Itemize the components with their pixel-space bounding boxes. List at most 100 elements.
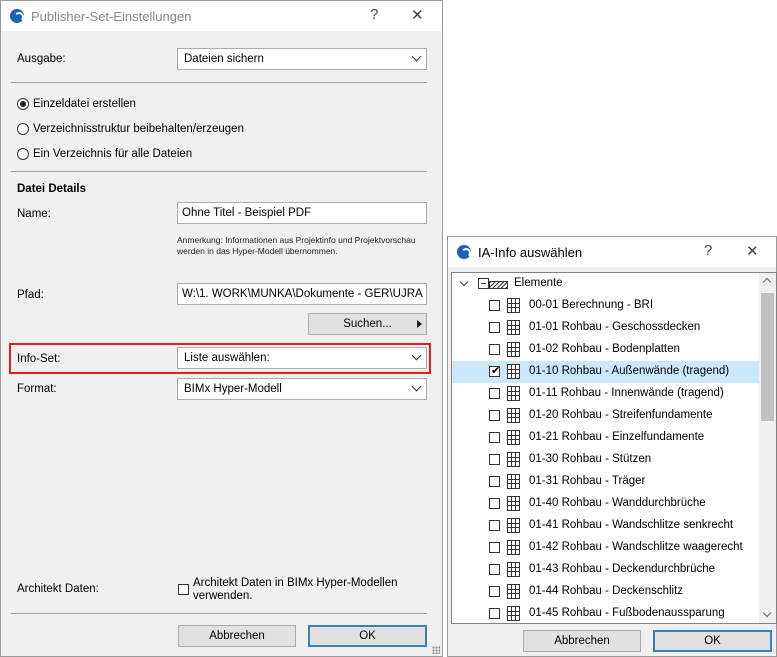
resize-grip-icon[interactable] — [432, 646, 440, 654]
radio-ein-verzeichnis[interactable] — [17, 148, 29, 160]
format-value: BIMx Hyper-Modell — [184, 383, 282, 395]
dialog-title: Publisher-Set-Einstellungen — [31, 9, 192, 24]
suchen-label: Suchen... — [343, 318, 392, 330]
item-checkbox[interactable]: ✔ — [489, 366, 500, 377]
format-label: Format: — [17, 383, 57, 395]
ia-info-tree[interactable]: Elemente 00-01 Berechnung - BRI 01-01 Roh… — [451, 272, 777, 624]
list-item[interactable]: 01-31 Rohbau - Träger — [452, 471, 764, 493]
ausgabe-dropdown[interactable]: Dateien sichern — [177, 48, 427, 70]
list-item-label: 01-02 Rohbau - Bodenplatten — [529, 343, 680, 355]
list-item-label: 01-11 Rohbau - Innenwände (tragend) — [529, 387, 724, 399]
list-item-label: 01-40 Rohbau - Wanddurchbrüche — [529, 497, 706, 509]
root-label: Elemente — [514, 277, 563, 289]
scroll-down-icon[interactable] — [762, 608, 772, 618]
list-item[interactable]: 01-41 Rohbau - Wandschlitze senkrecht — [452, 515, 764, 537]
title-bar: Publisher-Set-Einstellungen ? ✕ — [1, 1, 442, 31]
list-item-label: 01-41 Rohbau - Wandschlitze senkrecht — [529, 519, 734, 531]
vertical-scrollbar[interactable] — [759, 273, 776, 623]
app-logo-icon — [10, 9, 24, 23]
architekt-checkbox[interactable] — [178, 584, 189, 595]
chevron-down-icon — [411, 51, 422, 62]
architekt-check-label-1: Architekt Daten in BIMx Hyper-Modellen — [193, 577, 398, 589]
pfad-field[interactable]: W:\1. WORK\MUNKA\Dokumente - GER\UJRA — [177, 283, 427, 305]
list-item[interactable]: 01-44 Rohbau - Deckenschlitz — [452, 581, 764, 603]
scrollbar-thumb[interactable] — [761, 293, 774, 421]
chevron-down-icon — [411, 381, 422, 392]
divider — [11, 171, 427, 172]
ok-button[interactable]: OK — [308, 625, 427, 647]
list-item[interactable]: 01-45 Rohbau - Fußbodenaussparung — [452, 603, 764, 623]
item-checkbox[interactable] — [489, 542, 500, 553]
format-dropdown[interactable]: BIMx Hyper-Modell — [177, 378, 427, 400]
radio-verzeichnisstruktur[interactable] — [17, 123, 29, 135]
item-checkbox[interactable] — [489, 344, 500, 355]
list-item-label: 01-44 Rohbau - Deckenschlitz — [529, 585, 684, 597]
divider — [11, 82, 427, 83]
table-icon — [507, 452, 520, 467]
list-item-label: 01-10 Rohbau - Außenwände (tragend) — [529, 365, 730, 377]
chevron-down-icon[interactable] — [459, 277, 469, 287]
app-logo-icon — [457, 245, 471, 259]
note-line-2: werden in das Hyper-Modell übernommen. — [177, 246, 338, 256]
list-item-label: 01-30 Rohbau - Stützen — [529, 453, 652, 465]
item-checkbox[interactable] — [489, 300, 500, 311]
list-item-label: 01-21 Rohbau - Einzelfundamente — [529, 431, 705, 443]
architekt-check-label-2: verwenden. — [193, 590, 253, 602]
item-checkbox[interactable] — [489, 498, 500, 509]
table-icon — [507, 606, 520, 621]
infoset-dropdown[interactable]: Liste auswählen: — [177, 347, 427, 369]
item-checkbox[interactable] — [489, 564, 500, 575]
help-button[interactable]: ? — [704, 242, 712, 259]
cancel-button[interactable]: Abbrechen — [523, 630, 641, 652]
item-checkbox[interactable] — [489, 520, 500, 531]
cancel-button[interactable]: Abbrechen — [178, 625, 296, 647]
list-item-label: 01-01 Rohbau - Geschossdecken — [529, 321, 701, 333]
list-item[interactable]: 01-42 Rohbau - Wandschlitze waagerecht — [452, 537, 764, 559]
table-icon — [507, 562, 520, 577]
item-checkbox[interactable] — [489, 476, 500, 487]
table-icon — [507, 430, 520, 445]
list-item-label: 01-20 Rohbau - Streifenfundamente — [529, 409, 713, 421]
pfad-label: Pfad: — [17, 289, 44, 301]
help-button[interactable]: ? — [370, 6, 378, 23]
item-checkbox[interactable] — [489, 388, 500, 399]
radio-label-ein-verzeichnis: Ein Verzeichnis für alle Dateien — [33, 148, 193, 160]
tree-root-row[interactable]: Elemente — [452, 273, 764, 295]
item-checkbox[interactable] — [489, 608, 500, 619]
radio-label-einzeldatei: Einzeldatei erstellen — [33, 98, 136, 110]
item-checkbox[interactable] — [489, 454, 500, 465]
close-button[interactable]: ✕ — [746, 242, 759, 260]
list-item-label: 01-45 Rohbau - Fußbodenaussparung — [529, 607, 725, 619]
list-item-label: 00-01 Berechnung - BRI — [529, 299, 654, 311]
checkmark-icon: ✔ — [491, 365, 501, 377]
item-checkbox[interactable] — [489, 586, 500, 597]
list-item[interactable]: 01-02 Rohbau - Bodenplatten — [452, 339, 764, 361]
suchen-button[interactable]: Suchen... — [308, 313, 427, 335]
list-item[interactable]: ✔ 01-10 Rohbau - Außenwände (tragend) — [452, 361, 764, 383]
list-item[interactable]: 01-20 Rohbau - Streifenfundamente — [452, 405, 764, 427]
list-item[interactable]: 00-01 Berechnung - BRI — [452, 295, 764, 317]
list-item[interactable]: 01-11 Rohbau - Innenwände (tragend) — [452, 383, 764, 405]
scroll-up-icon[interactable] — [762, 277, 772, 287]
list-item[interactable]: 01-43 Rohbau - Deckendurchbrüche — [452, 559, 764, 581]
list-item[interactable]: 01-21 Rohbau - Einzelfundamente — [452, 427, 764, 449]
radio-einzeldatei[interactable] — [17, 98, 29, 110]
close-button[interactable]: ✕ — [411, 6, 424, 24]
list-item[interactable]: 01-40 Rohbau - Wanddurchbrüche — [452, 493, 764, 515]
dialog-title: IA-Info auswählen — [478, 245, 583, 260]
list-item[interactable]: 01-01 Rohbau - Geschossdecken — [452, 317, 764, 339]
ausgabe-label: Ausgabe: — [17, 53, 66, 65]
item-checkbox[interactable] — [489, 432, 500, 443]
item-checkbox[interactable] — [489, 410, 500, 421]
name-field[interactable]: Ohne Titel - Beispiel PDF — [177, 202, 427, 224]
list-item-label: 01-31 Rohbau - Träger — [529, 475, 646, 487]
item-checkbox[interactable] — [489, 322, 500, 333]
chevron-down-icon — [411, 350, 422, 361]
ok-button[interactable]: OK — [653, 630, 772, 652]
list-item-label: 01-42 Rohbau - Wandschlitze waagerecht — [529, 541, 743, 553]
root-checkbox[interactable] — [478, 278, 489, 289]
table-icon — [507, 298, 520, 313]
list-item[interactable]: 01-30 Rohbau - Stützen — [452, 449, 764, 471]
note-line-1: Anmerkung: Informationen aus Projektinfo… — [177, 235, 416, 245]
table-icon — [507, 320, 520, 335]
